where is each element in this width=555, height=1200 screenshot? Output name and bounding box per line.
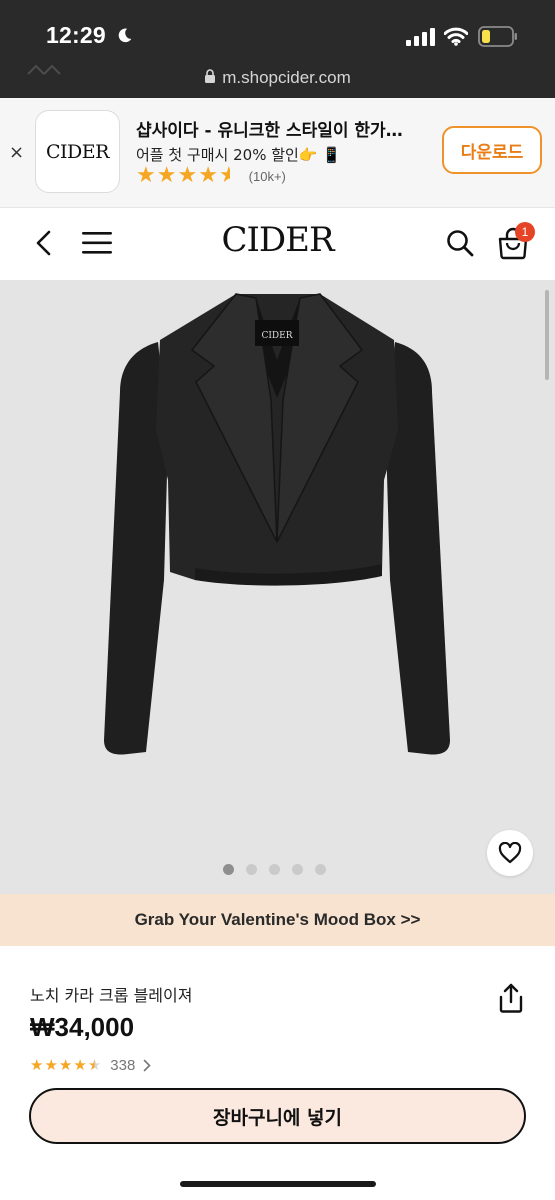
lock-icon bbox=[205, 69, 216, 83]
carousel-dot[interactable] bbox=[246, 864, 257, 875]
carousel-dot-active[interactable] bbox=[223, 864, 234, 875]
cropped-blazer-image: CIDER bbox=[104, 293, 450, 755]
site-header: CIDER bbox=[0, 208, 555, 280]
heart-icon bbox=[498, 842, 522, 864]
scrollbar-thumb[interactable] bbox=[545, 290, 549, 380]
product-price: ₩34,000 bbox=[30, 1012, 135, 1042]
chevron-right-icon bbox=[143, 1059, 151, 1071]
signal-icon bbox=[406, 28, 435, 46]
app-icon[interactable]: CIDER bbox=[35, 110, 120, 193]
product-image[interactable]: CIDER bbox=[0, 280, 555, 894]
carousel-dot[interactable] bbox=[292, 864, 303, 875]
url-display[interactable]: m.shopcider.com bbox=[0, 68, 555, 88]
garment-label: CIDER bbox=[261, 331, 292, 341]
product-rating[interactable]: ★ ★ ★ ★ ★ 338 bbox=[30, 1054, 151, 1076]
status-time: 12:29 bbox=[46, 22, 106, 48]
share-icon[interactable] bbox=[497, 982, 525, 1014]
moon-icon bbox=[118, 28, 132, 43]
review-count: 338 bbox=[110, 1056, 136, 1074]
promo-banner[interactable]: Grab Your Valentine's Mood Box >> bbox=[0, 894, 555, 946]
product-name: 노치 카라 크롭 블레이져 bbox=[30, 986, 193, 1005]
star-icon: ★ bbox=[156, 163, 177, 188]
cart-count-badge: 1 bbox=[515, 222, 535, 242]
half-star-icon: ★ bbox=[218, 163, 239, 188]
search-icon[interactable] bbox=[445, 228, 475, 258]
half-star-icon: ★ bbox=[87, 1056, 102, 1074]
home-indicator[interactable] bbox=[180, 1181, 376, 1187]
banner-rating-count: (10k+) bbox=[248, 168, 286, 184]
star-icon: ★ bbox=[30, 1056, 44, 1074]
add-to-cart-button[interactable]: 장바구니에 넣기 bbox=[29, 1088, 526, 1144]
star-icon: ★ bbox=[136, 163, 156, 188]
star-icon: ★ bbox=[58, 1056, 73, 1074]
star-icon: ★ bbox=[73, 1056, 87, 1074]
carousel-dot[interactable] bbox=[269, 864, 280, 875]
wifi-icon bbox=[444, 27, 468, 46]
battery-low-icon bbox=[478, 26, 517, 47]
banner-rating: ★ ★ ★ ★ ★ (10k+) bbox=[136, 165, 286, 187]
star-icon: ★ bbox=[177, 163, 198, 188]
app-icon-text: CIDER bbox=[46, 140, 109, 163]
wishlist-button[interactable] bbox=[487, 830, 533, 876]
app-install-banner: × CIDER 샵사이다 - 유니크한 스타일이 한가… 어플 첫 구매시 20… bbox=[0, 98, 555, 208]
url-text: m.shopcider.com bbox=[222, 68, 351, 87]
banner-title: 샵사이다 - 유니크한 스타일이 한가… bbox=[136, 121, 403, 141]
star-icon: ★ bbox=[198, 163, 218, 188]
banner-subtitle: 어플 첫 구매시 20% 할인👉 📱 bbox=[136, 146, 341, 164]
faded-arrow-icon bbox=[27, 64, 61, 75]
carousel-dot[interactable] bbox=[315, 864, 326, 875]
browser-url-bar[interactable]: m.shopcider.com bbox=[0, 62, 555, 98]
download-button[interactable]: 다운로드 bbox=[442, 126, 542, 174]
close-icon[interactable]: × bbox=[9, 142, 24, 163]
star-icon: ★ bbox=[44, 1056, 58, 1074]
carousel-dots bbox=[223, 864, 338, 875]
status-bar: 12:29 bbox=[0, 0, 555, 62]
